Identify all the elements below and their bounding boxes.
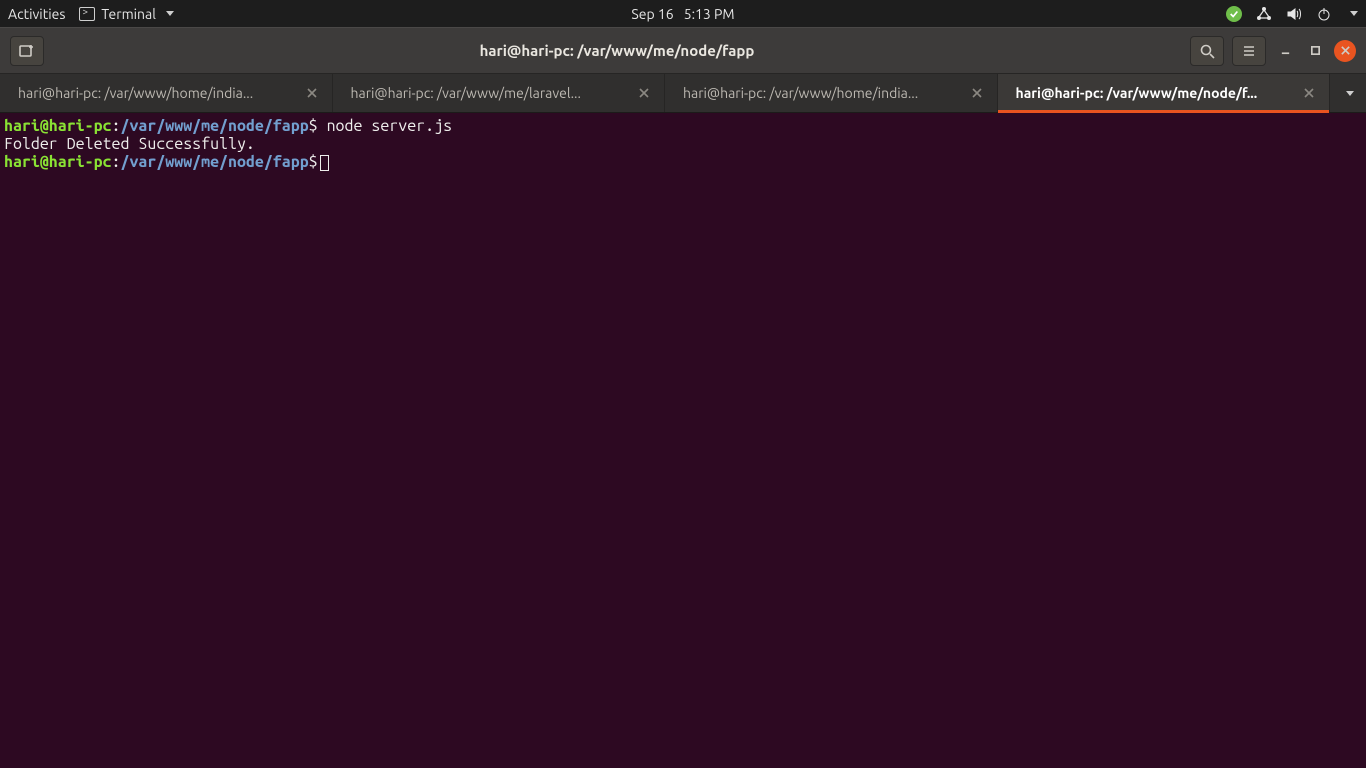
window-titlebar: hari@hari-pc: /var/www/me/node/fapp <box>0 27 1366 73</box>
panel-time: 5:13 PM <box>684 6 735 22</box>
power-icon <box>1316 6 1332 22</box>
tab-label: hari@hari-pc: /var/www/home/india... <box>18 85 296 101</box>
system-status-area[interactable] <box>1226 6 1358 22</box>
new-tab-button[interactable] <box>10 36 44 66</box>
close-icon[interactable] <box>636 85 652 101</box>
clock[interactable]: Sep 16 5:13 PM <box>631 6 734 22</box>
update-ready-icon <box>1226 6 1242 22</box>
prompt-user: hari@hari-pc <box>4 117 112 135</box>
tab-label: hari@hari-pc: /var/www/me/laravel... <box>351 85 629 101</box>
search-button[interactable] <box>1190 36 1224 66</box>
terminal-tab[interactable]: hari@hari-pc: /var/www/home/india... <box>0 74 333 112</box>
close-button[interactable] <box>1334 40 1356 62</box>
window-title: hari@hari-pc: /var/www/me/node/fapp <box>52 42 1182 59</box>
prompt-path: /var/www/me/node/fapp <box>121 117 309 135</box>
hamburger-menu-button[interactable] <box>1232 36 1266 66</box>
terminal-tabbar: hari@hari-pc: /var/www/home/india... har… <box>0 73 1366 113</box>
tab-label: hari@hari-pc: /var/www/me/node/f... <box>1016 85 1294 101</box>
prompt-path: /var/www/me/node/fapp <box>121 153 309 171</box>
chevron-down-icon <box>166 11 174 16</box>
close-icon[interactable] <box>304 85 320 101</box>
volume-icon <box>1286 6 1302 22</box>
tab-label: hari@hari-pc: /var/www/home/india... <box>683 85 961 101</box>
cursor <box>320 155 329 171</box>
prompt-separator: : <box>112 117 121 135</box>
gnome-top-panel: Activities Terminal Sep 16 5:13 PM <box>0 0 1366 27</box>
chevron-down-icon <box>1350 11 1358 16</box>
maximize-button[interactable] <box>1304 40 1326 62</box>
command-text: node server.js <box>318 117 452 135</box>
activities-button[interactable]: Activities <box>8 6 65 22</box>
terminal-tab[interactable]: hari@hari-pc: /var/www/me/node/f... <box>998 74 1331 112</box>
chevron-down-icon <box>1346 91 1354 96</box>
tabs-menu-button[interactable] <box>1330 74 1366 112</box>
app-menu[interactable]: Terminal <box>79 6 174 22</box>
prompt-sigil: $ <box>309 117 318 135</box>
minimize-button[interactable] <box>1274 40 1296 62</box>
panel-date: Sep 16 <box>631 6 673 22</box>
terminal-body[interactable]: hari@hari-pc:/var/www/me/node/fapp$ node… <box>0 113 1366 768</box>
prompt-sigil: $ <box>309 153 318 171</box>
close-icon[interactable] <box>969 85 985 101</box>
app-menu-label: Terminal <box>101 6 156 22</box>
output-line: Folder Deleted Successfully. <box>4 135 255 153</box>
terminal-tab[interactable]: hari@hari-pc: /var/www/me/laravel... <box>333 74 666 112</box>
prompt-user: hari@hari-pc <box>4 153 112 171</box>
network-icon <box>1256 6 1272 22</box>
close-icon[interactable] <box>1301 85 1317 101</box>
terminal-icon <box>79 7 95 21</box>
prompt-separator: : <box>112 153 121 171</box>
terminal-tab[interactable]: hari@hari-pc: /var/www/home/india... <box>665 74 998 112</box>
